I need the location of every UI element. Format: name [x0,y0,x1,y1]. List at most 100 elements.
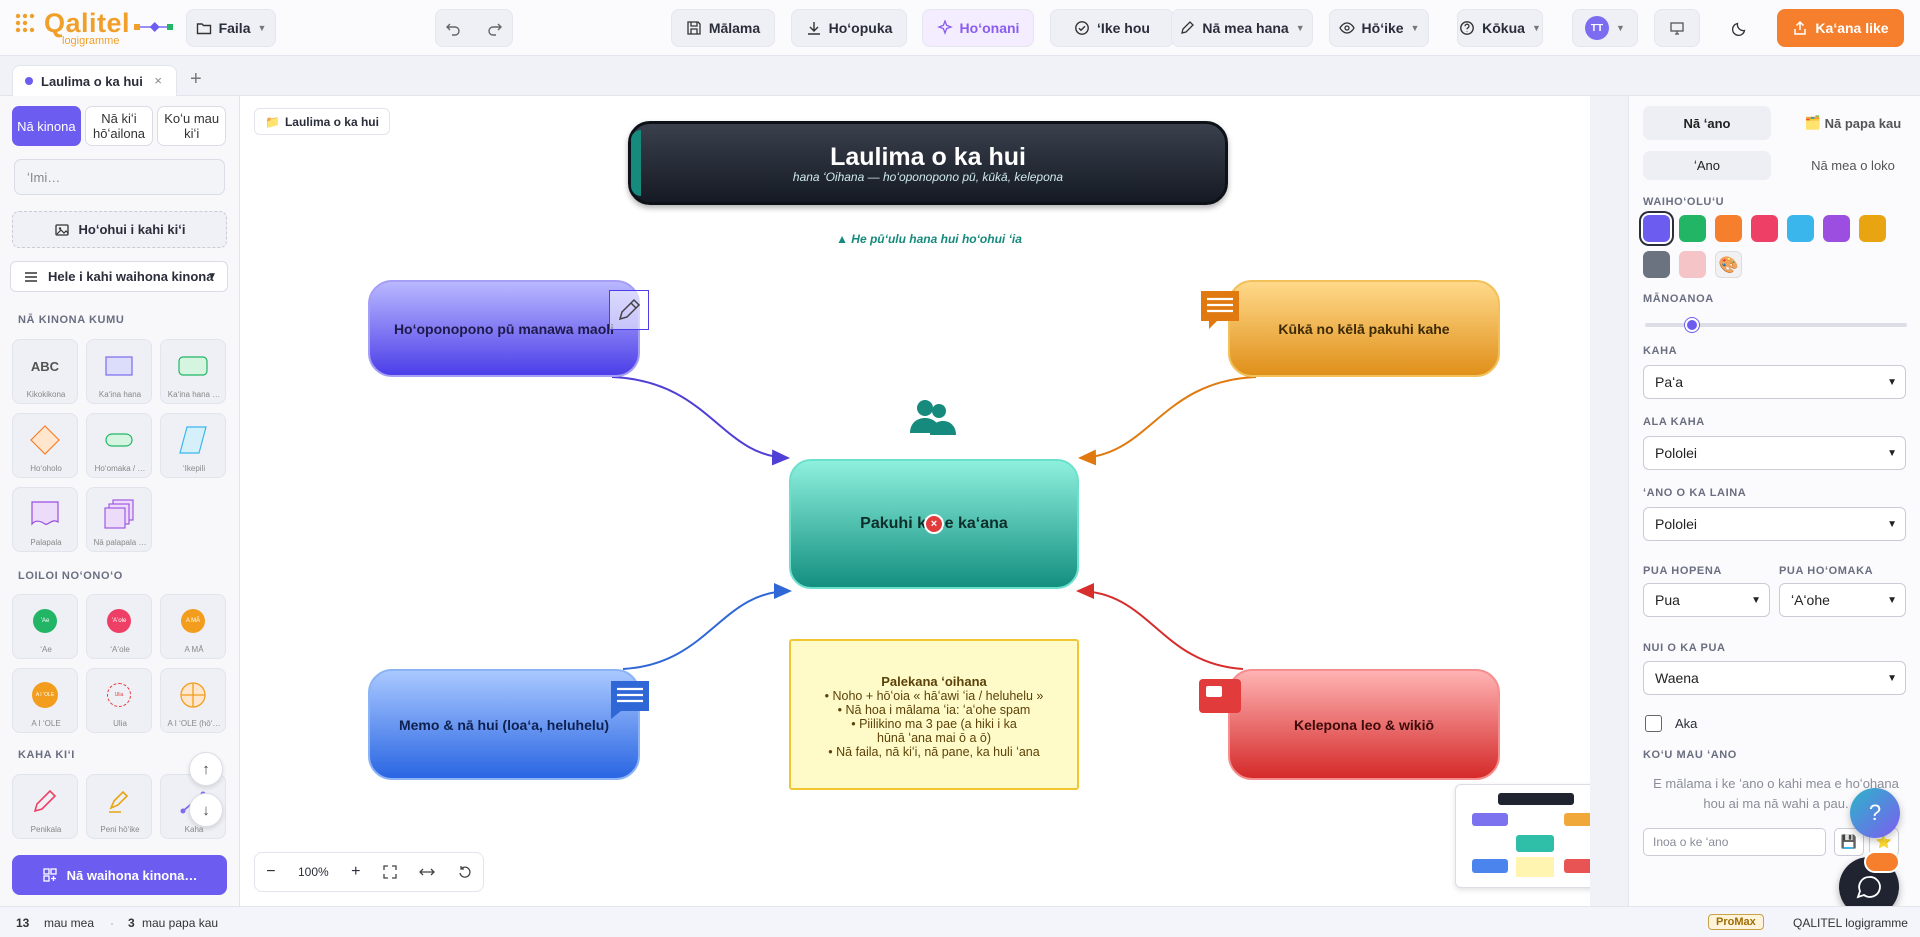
tab-shapes[interactable]: Nā kinona [12,106,81,146]
file-menu-button[interactable]: Faila ▼ [186,9,276,47]
message-icon[interactable] [609,679,649,719]
end-arrow-select[interactable]: Pua ▼ [1643,583,1770,617]
shape-terminator[interactable]: Hoʻomaka / … [86,413,152,478]
shape-and[interactable]: A MĀ A MĀ [160,594,226,659]
tool-highlighter[interactable]: Peni hōʻike [86,774,152,839]
undo-icon[interactable] [445,20,461,36]
edit-pencil-icon[interactable] [609,290,649,330]
swatch-orange[interactable] [1715,215,1742,242]
reset-view-icon[interactable] [458,865,472,879]
swatch-gray[interactable] [1643,251,1670,278]
share-button[interactable]: Kaʻana like [1777,9,1904,47]
zoom-level[interactable]: 100% [298,865,329,879]
monitor-icon [1670,22,1684,35]
stroke-value: Paʻa [1655,374,1684,390]
scroll-up-button[interactable]: ↑ [189,752,223,786]
tab-layers-label: Nā papa kau [1824,115,1902,131]
add-tab-button[interactable]: + [190,68,202,91]
tab-icons[interactable]: Nā kiʻi hōʻailona [84,106,154,146]
shape-decision[interactable]: Hoʻoholo [12,413,78,478]
layers-count: 3 [128,916,135,930]
arrow-size-value: Waena [1655,670,1699,686]
video-call-icon[interactable] [1199,679,1241,713]
node-flowchart-discussion[interactable]: Kūkā no kēlā pakuhi kahe [1228,280,1500,377]
zoom-in-button[interactable]: + [351,863,360,881]
swatch-purple[interactable] [1643,215,1670,242]
swatch-violet[interactable] [1823,215,1850,242]
library-select[interactable]: Hele i kahi waihona kinona ▼ [10,261,228,292]
beautify-button[interactable]: Hoʻonani [922,9,1034,47]
dark-mode-toggle[interactable] [1716,9,1764,47]
history-group [435,9,513,47]
node-messages-groups[interactable]: Memo & nā hui (loaʻa, heluhelu) [368,669,640,780]
shape-label: Nā palapala … [93,538,147,547]
view-menu-button[interactable]: Hōʻike ▼ [1329,9,1429,47]
swatch-yellow[interactable] [1859,215,1886,242]
shape-alt-process[interactable]: Kaʻina hana … [160,339,226,404]
opacity-slider[interactable] [1645,318,1907,332]
shape-exclusive-or[interactable]: A I ʻOLE (hōʻ… [160,668,226,733]
present-button[interactable] [1654,9,1700,47]
fit-width-icon[interactable] [419,865,436,879]
upload-image-button[interactable]: Hoʻohui i kahi kiʻi [12,211,227,248]
close-icon[interactable]: × [154,73,162,88]
stroke-path-value: Pololei [1655,445,1698,461]
remove-node-icon[interactable]: × [924,514,944,534]
document-tabbar: Laulima o ka hui × + [0,56,1920,96]
shape-process[interactable]: Kaʻina hana [86,339,152,404]
redo-icon[interactable] [487,20,503,36]
save-button[interactable]: Mālama [671,9,775,47]
shape-library-button[interactable]: Nā waihona kinona… [12,855,227,895]
shape-multi-document[interactable]: Nā palapala … [86,487,152,552]
document-tab[interactable]: Laulima o ka hui × [12,65,177,96]
tab-layers[interactable]: 🗂️ Nā papa kau [1789,106,1917,140]
line-type-label: ʻANO O KA LAINA [1643,487,1747,499]
help-menu-button[interactable]: Kōkua ▼ [1457,9,1543,47]
tools-menu-button[interactable]: Nā mea hana ▼ [1171,9,1313,47]
start-arrow-select[interactable]: ʻAʻohe ▼ [1779,583,1906,617]
shape-data[interactable]: ʻIkepili [160,413,226,478]
shape-alert[interactable]: Ulia Ulia [86,668,152,733]
shadow-checkbox[interactable] [1645,715,1662,732]
shape-document[interactable]: Palapala [12,487,78,552]
line-type-select[interactable]: Pololei ▼ [1643,507,1906,541]
shape-yes[interactable]: ʻAe ʻAe [12,594,78,659]
palette-icon[interactable]: 🎨 [1715,251,1742,278]
style-name-input[interactable]: Inoa o ke ʻano [1643,828,1826,856]
title-node[interactable]: Laulima o ka hui hana ʻOihana — hoʻopono… [628,121,1228,205]
shape-no[interactable]: ʻAʻole ʻAʻole [86,594,152,659]
swatch-red[interactable] [1751,215,1778,242]
zoom-out-button[interactable]: − [266,863,275,881]
subtab-style[interactable]: ʻAno [1643,151,1771,180]
shape-search-input[interactable]: ʻImi… [14,159,225,195]
node-voice-video-calls[interactable]: Kelepona leo & wikiō [1228,669,1500,780]
comment-icon[interactable] [1199,289,1241,329]
swatch-green[interactable] [1679,215,1706,242]
security-note[interactable]: Palekana ʻoihana • Noho + hōʻoia « hāʻaw… [789,639,1079,790]
swatch-pink[interactable] [1679,251,1706,278]
node-label: Kelepona leo & wikiō [1293,716,1435,733]
eye-icon [1338,22,1355,34]
app-logo[interactable]: Qalitel logigramme [14,8,184,48]
check-button[interactable]: ʻIke hou [1050,9,1174,47]
subtab-content[interactable]: Nā mea o loko [1789,151,1917,180]
arrow-size-select[interactable]: Waena ▼ [1643,661,1906,695]
stroke-path-select[interactable]: Pololei ▼ [1643,436,1906,470]
swatch-cyan[interactable] [1787,215,1814,242]
stroke-select[interactable]: Paʻa ▼ [1643,365,1906,399]
node-realtime-editing[interactable]: Hoʻoponopono pū manawa maoli [368,280,640,377]
fit-screen-icon[interactable] [383,865,397,879]
download-button[interactable]: Hoʻopuka [791,9,907,47]
diagram-canvas[interactable]: 📁 Laulima o ka hui Laulima o ka hui hana… [240,96,1613,906]
user-menu-button[interactable]: TT ▼ [1572,9,1638,47]
tool-pencil[interactable]: Penikala [12,774,78,839]
opacity-slider-handle[interactable] [1684,318,1699,332]
tab-styles[interactable]: Nā ʻano [1643,106,1771,140]
chat-icon [1856,876,1881,899]
shape-or[interactable]: A I ʻOLE A I ʻOLE [12,668,78,733]
help-bubble-button[interactable]: ? [1850,788,1900,838]
chevron-down-icon: ▼ [1531,23,1541,33]
shape-text[interactable]: ABC Kikokikona [12,339,78,404]
tab-my-images[interactable]: Koʻu mau kiʻi [157,106,227,146]
scroll-down-button[interactable]: ↓ [189,793,223,827]
